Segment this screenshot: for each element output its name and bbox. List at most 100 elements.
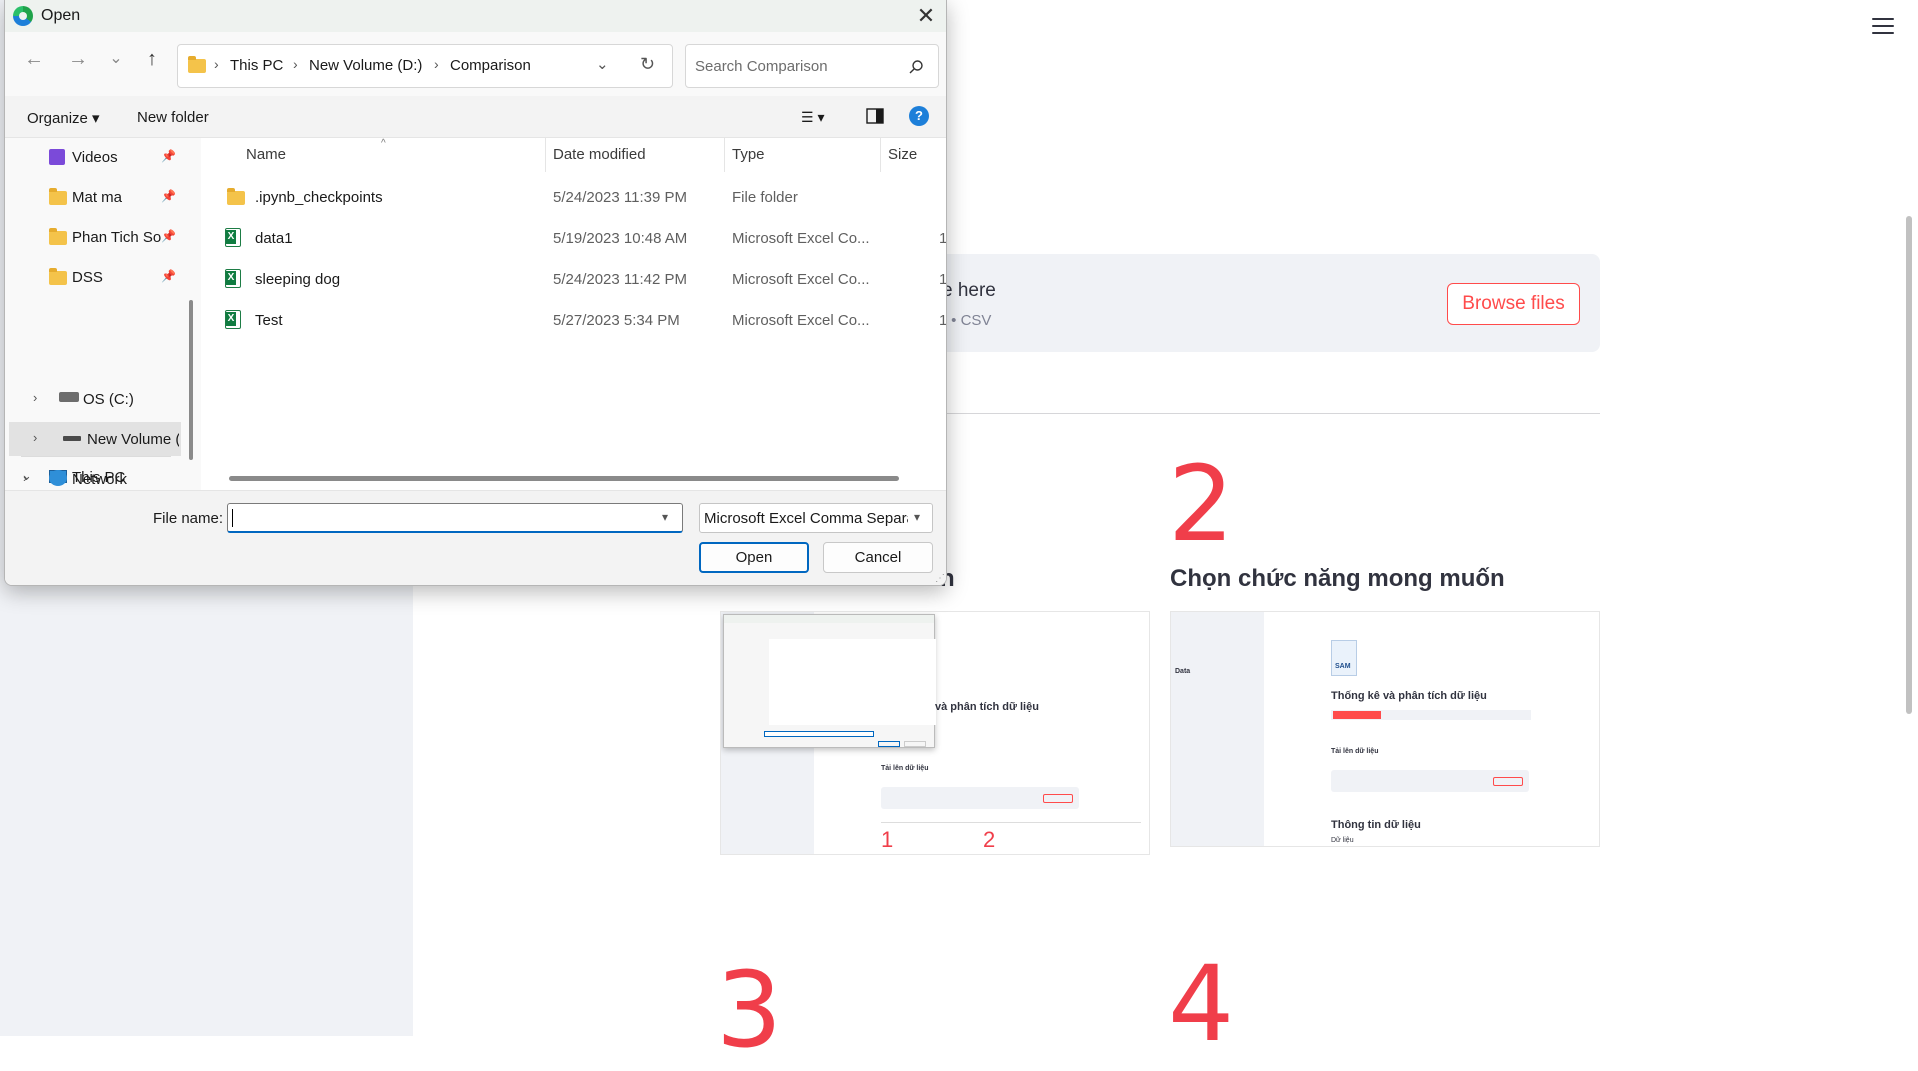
chevron-down-icon[interactable]: ⌄ bbox=[596, 55, 609, 73]
column-header-name[interactable]: Name bbox=[246, 146, 286, 163]
nav-item-phan-tich-so[interactable]: Phan Tich So 📌 bbox=[5, 220, 180, 254]
thumb2-title: Thống kê và phân tích dữ liệu bbox=[1331, 690, 1487, 702]
file-date: 5/24/2023 11:42 PM bbox=[553, 271, 687, 288]
file-date: 5/27/2023 5:34 PM bbox=[553, 312, 680, 329]
open-button[interactable]: Open bbox=[699, 542, 809, 573]
file-type: File folder bbox=[732, 189, 798, 206]
view-options-icon[interactable]: ☰ ▾ bbox=[801, 109, 824, 126]
menu-icon[interactable] bbox=[1872, 18, 1894, 34]
breadcrumb-this-pc[interactable]: This PC bbox=[230, 57, 283, 74]
organize-button[interactable]: Organize ▾ bbox=[27, 109, 100, 127]
nav-label: Network bbox=[72, 471, 128, 488]
thumb2-section: Tải lên dữ liệu bbox=[1331, 748, 1379, 755]
chevron-down-icon[interactable]: ▾ bbox=[914, 510, 920, 524]
dialog-title: Open bbox=[41, 7, 81, 24]
browse-files-button[interactable]: Browse files bbox=[1447, 283, 1580, 325]
thumb2-tabs bbox=[1331, 710, 1531, 720]
nav-item-videos[interactable]: Videos 📌 bbox=[5, 140, 180, 174]
file-type-select[interactable]: Microsoft Excel Comma Separa ▾ bbox=[699, 503, 933, 533]
back-arrow-icon[interactable]: ← bbox=[19, 44, 49, 74]
file-name: .ipynb_checkpoints bbox=[255, 189, 383, 206]
excel-icon bbox=[225, 269, 241, 288]
nav-item-network[interactable]: › Network bbox=[5, 462, 180, 490]
file-row[interactable]: data1 5/19/2023 10:48 AM Microsoft Excel… bbox=[201, 221, 946, 255]
nav-label: Phan Tich So bbox=[72, 229, 162, 246]
file-name: sleeping dog bbox=[255, 271, 341, 288]
network-icon bbox=[49, 470, 67, 486]
nav-pane-scrollbar[interactable] bbox=[189, 300, 193, 460]
file-size: 1 bbox=[939, 312, 947, 329]
edge-dev-icon bbox=[13, 6, 33, 26]
pin-icon: 📌 bbox=[161, 229, 176, 243]
forward-arrow-icon[interactable]: → bbox=[63, 44, 93, 74]
folder-icon bbox=[49, 268, 67, 285]
chevron-right-icon[interactable]: › bbox=[33, 430, 37, 445]
uploader-limits: · • CSV bbox=[942, 312, 992, 329]
videos-icon bbox=[49, 149, 65, 165]
file-name-field[interactable]: ▾ bbox=[227, 503, 683, 533]
column-divider bbox=[724, 138, 725, 172]
column-header-date[interactable]: Date modified bbox=[553, 146, 646, 163]
file-list: ^ Name Date modified Type Size .ipynb_ch… bbox=[201, 138, 947, 490]
chevron-right-icon: › bbox=[214, 56, 219, 72]
resize-grip-icon[interactable]: ⋰ bbox=[935, 573, 945, 584]
file-row[interactable]: sleeping dog 5/24/2023 11:42 PM Microsof… bbox=[201, 262, 947, 296]
file-name: data1 bbox=[255, 230, 293, 247]
help-icon[interactable]: ? bbox=[909, 106, 929, 126]
thumb1-title: và phân tích dữ liệu bbox=[935, 701, 1039, 713]
thumb2-sidebar-label: Data bbox=[1175, 668, 1191, 675]
thumb2-section-2: Thông tin dữ liệu bbox=[1331, 819, 1421, 831]
pin-icon: 📌 bbox=[161, 269, 176, 283]
up-arrow-icon[interactable]: ↑ bbox=[137, 44, 167, 74]
file-size: 1 bbox=[939, 271, 947, 288]
column-divider bbox=[545, 138, 546, 172]
nav-item-mat-ma[interactable]: Mat ma 📌 bbox=[5, 180, 180, 214]
breadcrumb-comparison[interactable]: Comparison bbox=[450, 57, 531, 74]
step-number-4: 4 bbox=[1168, 943, 1235, 1065]
breadcrumb-new-volume[interactable]: New Volume (D:) bbox=[309, 57, 422, 74]
recent-locations-icon[interactable]: ⌄ bbox=[101, 44, 131, 74]
thumb1-number-2: 2 bbox=[983, 827, 996, 852]
search-box[interactable]: Search Comparison bbox=[685, 44, 939, 88]
folder-icon bbox=[188, 56, 206, 73]
nav-label: New Volume (I bbox=[87, 431, 179, 448]
column-header-type[interactable]: Type bbox=[732, 146, 765, 163]
step-heading-2: Chọn chức năng mong muốn bbox=[1170, 565, 1505, 592]
chevron-right-icon[interactable]: › bbox=[23, 470, 27, 485]
nav-item-dss[interactable]: DSS 📌 bbox=[5, 260, 180, 294]
nav-label: Videos bbox=[72, 149, 118, 166]
drive-icon bbox=[63, 436, 81, 441]
chevron-right-icon[interactable]: › bbox=[33, 390, 37, 405]
excel-icon bbox=[225, 228, 241, 247]
refresh-icon[interactable]: ↻ bbox=[640, 54, 655, 75]
column-header-size[interactable]: Size bbox=[888, 146, 917, 163]
file-row[interactable]: Test 5/27/2023 5:34 PM Microsoft Excel C… bbox=[201, 303, 947, 337]
dialog-titlebar: Open ✕ bbox=[5, 0, 946, 32]
nav-label: DSS bbox=[72, 269, 103, 286]
preview-pane-icon[interactable] bbox=[866, 108, 884, 124]
file-list-scrollbar[interactable] bbox=[229, 476, 899, 481]
text-caret bbox=[232, 509, 233, 527]
pin-icon: 📌 bbox=[161, 149, 176, 163]
file-name-label: File name: bbox=[153, 510, 224, 527]
chevron-right-icon: › bbox=[434, 56, 439, 72]
new-folder-button[interactable]: New folder bbox=[137, 109, 209, 126]
file-date: 5/19/2023 10:48 AM bbox=[553, 230, 688, 247]
pin-icon: 📌 bbox=[161, 189, 176, 203]
page-scrollbar[interactable] bbox=[1906, 216, 1912, 714]
thumb2-sub: Dữ liệu bbox=[1331, 837, 1354, 844]
folder-icon bbox=[227, 188, 245, 205]
thumb2-uploader bbox=[1331, 770, 1529, 792]
sort-ascending-icon: ^ bbox=[381, 138, 386, 149]
file-type: Microsoft Excel Co... bbox=[732, 312, 870, 329]
nav-item-new-volume[interactable]: › New Volume (I bbox=[9, 422, 181, 456]
search-input[interactable]: Search Comparison bbox=[695, 58, 828, 75]
cancel-button[interactable]: Cancel bbox=[823, 542, 933, 573]
address-bar[interactable]: › This PC › New Volume (D:) › Comparison… bbox=[177, 44, 673, 88]
close-icon[interactable]: ✕ bbox=[913, 3, 939, 29]
nav-item-os-c[interactable]: › OS (C:) bbox=[5, 382, 180, 416]
column-divider bbox=[880, 138, 881, 172]
file-row[interactable]: .ipynb_checkpoints 5/24/2023 11:39 PM Fi… bbox=[201, 180, 946, 214]
thumb2-logo: SAM bbox=[1331, 640, 1357, 676]
chevron-down-icon[interactable]: ▾ bbox=[662, 510, 668, 524]
